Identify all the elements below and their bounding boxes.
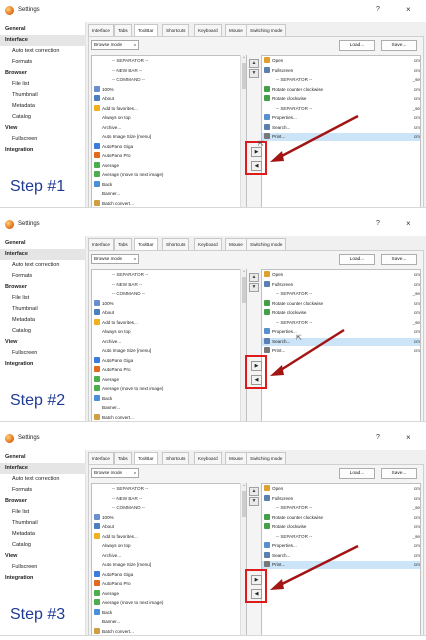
annotation-arrow-shaft bbox=[275, 544, 359, 589]
annotation-arrow bbox=[270, 328, 345, 376]
annotation-arrow-shaft bbox=[275, 114, 359, 161]
annotation-arrow bbox=[270, 544, 359, 590]
mouse-cursor-icon: ⇱ bbox=[258, 141, 264, 148]
annotation-arrow-head bbox=[270, 579, 284, 590]
settings-window: Settings? × General Interface Auto text corr… bbox=[0, 0, 426, 208]
settings-window: Settings? × General Interface Auto text corr… bbox=[0, 214, 426, 422]
annotation-arrow-head bbox=[270, 151, 284, 162]
mouse-cursor-icon: ⇱ bbox=[296, 335, 302, 342]
settings-window: Settings? × General Interface Auto text corr… bbox=[0, 428, 426, 636]
annotation-arrow bbox=[270, 114, 359, 162]
annotation-arrow-shaft bbox=[275, 328, 345, 375]
annotation-arrow-head bbox=[270, 365, 284, 376]
